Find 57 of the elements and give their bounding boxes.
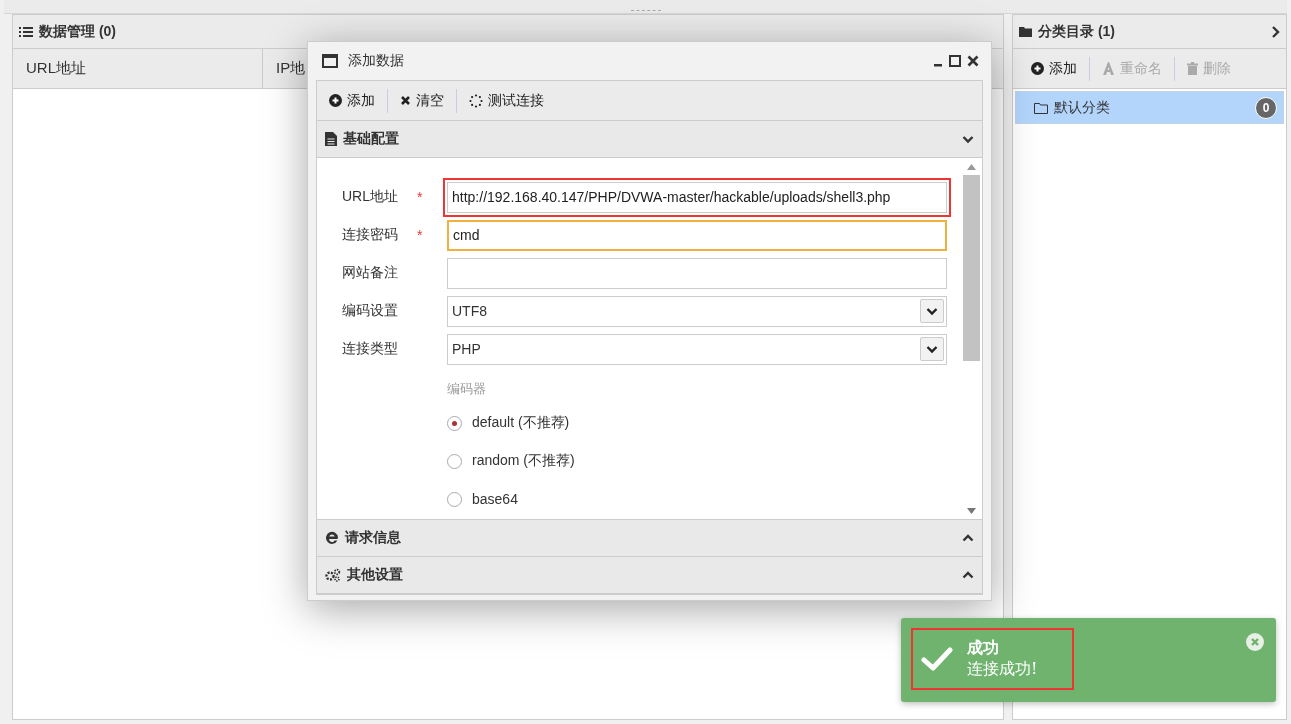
section-header[interactable]: 请求信息 xyxy=(317,520,982,557)
spinner-icon xyxy=(469,93,483,108)
field-label: 连接类型 xyxy=(342,340,399,358)
field-label: 连接密码 xyxy=(342,226,399,244)
chevron-down-icon xyxy=(926,306,938,316)
text-field[interactable]: cmd xyxy=(447,219,947,251)
list-icon xyxy=(19,25,33,38)
text-field[interactable]: http://192.168.40.147/PHP/DVWA-master/hackable/uploads/shell3.php xyxy=(447,181,947,213)
chevron-down-icon xyxy=(962,134,974,144)
check-icon xyxy=(921,646,953,672)
text-field[interactable] xyxy=(447,257,947,289)
trash-icon xyxy=(1187,62,1198,75)
category-label: 默认分类 xyxy=(1054,98,1110,117)
window-title: 添加数据 xyxy=(348,52,404,70)
plus-circle-icon xyxy=(329,94,342,107)
radio-label: random (不推荐) xyxy=(472,452,575,470)
select-field[interactable]: UTF8 xyxy=(447,295,947,327)
window-icon xyxy=(322,54,338,68)
panel-title: 数据管理 (0) xyxy=(39,22,116,41)
section-header[interactable]: 基础配置 xyxy=(317,121,982,158)
plus-circle-icon xyxy=(1031,62,1044,75)
radio-label: base64 xyxy=(472,491,518,507)
splitter-handle[interactable] xyxy=(630,10,661,12)
field-label: 网站备注 xyxy=(342,264,399,282)
field-label: 编码设置 xyxy=(342,302,399,320)
font-icon xyxy=(1102,62,1115,75)
close-icon xyxy=(400,95,411,106)
toolbar-button[interactable]: 添加 xyxy=(325,89,379,112)
chevron-down-icon xyxy=(926,344,938,354)
scroll-down-icon[interactable] xyxy=(967,508,976,514)
radio-label: default (不推荐) xyxy=(472,414,570,432)
count-badge: 0 xyxy=(1255,96,1277,119)
required-mark: * xyxy=(417,189,424,205)
document-icon xyxy=(325,132,337,146)
group-label: 编码器 xyxy=(447,380,487,398)
column-header[interactable]: URL地址 xyxy=(13,49,263,88)
folder-icon xyxy=(1019,26,1032,37)
folder-icon xyxy=(1034,101,1048,114)
toolbar-button[interactable]: 清空 xyxy=(396,89,448,112)
letter-e-icon xyxy=(325,531,339,545)
scroll-up-icon[interactable] xyxy=(967,164,976,170)
toast-title: 成功 xyxy=(967,638,1000,659)
section-header[interactable]: 其他设置 xyxy=(317,557,982,594)
toolbar-button[interactable]: 测试连接 xyxy=(465,89,548,112)
category-item[interactable]: 默认分类 0 xyxy=(1015,91,1284,124)
chevron-right-icon[interactable] xyxy=(1271,25,1280,38)
required-mark: * xyxy=(417,227,424,243)
field-label: URL地址 xyxy=(342,188,399,206)
chevron-up-icon xyxy=(962,533,974,543)
close-icon[interactable] xyxy=(967,55,979,67)
panel-title: 分类目录 (1) xyxy=(1038,22,1115,41)
maximize-icon[interactable] xyxy=(949,55,961,67)
toast-message: 连接成功! xyxy=(967,659,1038,680)
toolbar-button[interactable]: 添加 xyxy=(1027,57,1081,80)
select-field[interactable]: PHP xyxy=(447,333,947,365)
gears-icon xyxy=(325,568,341,582)
chevron-up-icon xyxy=(962,570,974,580)
